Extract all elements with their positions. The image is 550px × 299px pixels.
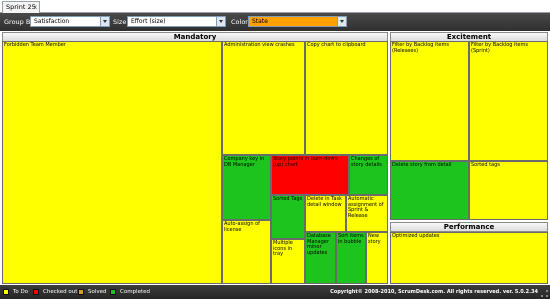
story-changes-details[interactable]: Changes of story details bbox=[349, 155, 388, 195]
document-tab-strip: Sprint 25 x bbox=[0, 0, 550, 13]
legend-swatch-solved bbox=[78, 289, 84, 295]
size-value: Effort (size) bbox=[131, 18, 166, 25]
story-sort-items-bubble[interactable]: Sort items in bubble bbox=[336, 232, 366, 284]
story-points-burndown[interactable]: Story points in burn-down (up) chart bbox=[271, 155, 349, 195]
story-delete-task-detail[interactable]: Delete in Task detail window bbox=[305, 195, 346, 232]
story-filter-sprint[interactable]: Filter by Backlog items (Sprint) bbox=[469, 41, 548, 161]
story-copy-chart[interactable]: Copy chart to clipboard bbox=[305, 41, 388, 155]
story-admin-view-crashes[interactable]: Administration view crashes bbox=[222, 41, 305, 155]
group-title-performance: Performance bbox=[390, 222, 548, 232]
story-new-story[interactable]: New story bbox=[366, 232, 388, 284]
story-optimized-updates[interactable]: Optimized updates bbox=[390, 232, 548, 284]
tab-sprint[interactable]: Sprint 25 x bbox=[2, 1, 40, 13]
color-value: State bbox=[252, 18, 268, 25]
status-bar: To Do Checked out Solved Completed Copyr… bbox=[0, 285, 550, 299]
treemap: Mandatory Forbidden Team Member Administ… bbox=[0, 31, 550, 285]
group-by-value: Satisfaction bbox=[34, 18, 70, 25]
story-filter-releases[interactable]: Filter by Backlog items (Releases) bbox=[390, 41, 469, 161]
close-icon[interactable]: x bbox=[33, 2, 37, 13]
legend-todo: To Do bbox=[13, 289, 29, 295]
color-label: Color bbox=[231, 18, 248, 26]
toolbar: Group By Satisfaction Size Effort (size)… bbox=[0, 13, 550, 31]
story-db-manager-updates[interactable]: Database Manager minor updates bbox=[305, 232, 336, 284]
story-auto-assign-license[interactable]: Auto-assign of license bbox=[222, 220, 271, 284]
legend-swatch-todo bbox=[3, 289, 9, 295]
chevron-down-icon[interactable] bbox=[337, 17, 346, 26]
copyright-text: Copyright© 2008-2010, ScrumDesk.com. All… bbox=[330, 289, 538, 295]
story-auto-assign-sprint[interactable]: Automatic assignment of Sprint & Release bbox=[346, 195, 388, 232]
size-select[interactable]: Effort (size) bbox=[127, 16, 226, 27]
story-delete-story-detail[interactable]: Delete story from detail bbox=[390, 161, 469, 220]
legend-completed: Completed bbox=[120, 289, 150, 295]
chevron-down-icon[interactable] bbox=[100, 17, 109, 26]
legend-solved: Solved bbox=[88, 289, 107, 295]
story-company-key[interactable]: Company key in DB Manager bbox=[222, 155, 271, 220]
resize-grip-icon[interactable] bbox=[541, 290, 548, 297]
chevron-down-icon[interactable] bbox=[216, 17, 225, 26]
story-forbidden-team-member[interactable]: Forbidden Team Member bbox=[2, 41, 222, 284]
story-sorted-tags-excitement[interactable]: Sorted tags bbox=[469, 161, 548, 220]
legend-swatch-checked-out bbox=[33, 289, 39, 295]
legend-checked-out: Checked out bbox=[43, 289, 78, 295]
story-multiple-icons-tray[interactable]: Multiple icons in tray bbox=[271, 239, 305, 284]
color-select[interactable]: State bbox=[248, 16, 347, 27]
story-sorted-tags[interactable]: Sorted Tags bbox=[271, 195, 305, 239]
size-label: Size bbox=[113, 18, 127, 26]
group-by-select[interactable]: Satisfaction bbox=[30, 16, 110, 27]
legend-swatch-completed bbox=[110, 289, 116, 295]
tab-label: Sprint 25 bbox=[6, 3, 36, 11]
